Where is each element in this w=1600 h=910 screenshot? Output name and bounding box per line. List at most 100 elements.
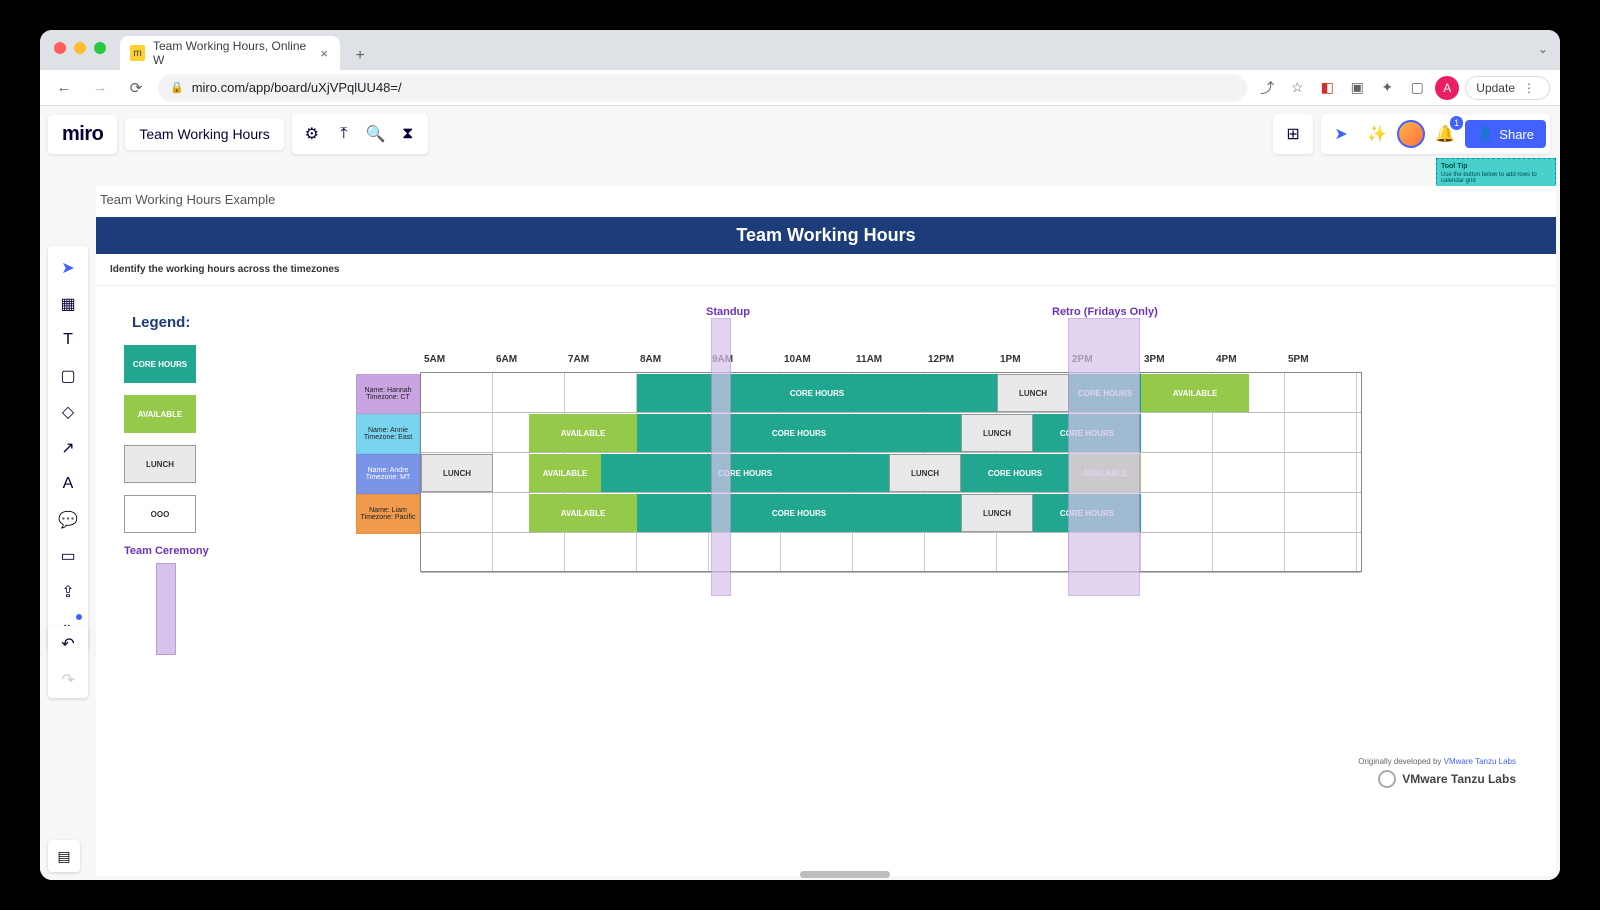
block-core[interactable]: CORE HOURS <box>637 414 961 452</box>
side-panel-icon[interactable]: ▢ <box>1405 76 1429 100</box>
block-available[interactable]: AVAILABLE <box>529 454 601 492</box>
select-tool-icon[interactable]: ➤ <box>48 250 88 286</box>
horizontal-scrollbar[interactable] <box>800 871 890 878</box>
new-tab-button[interactable]: + <box>346 42 374 70</box>
forward-button[interactable]: → <box>86 74 114 102</box>
address-bar[interactable]: 🔒 miro.com/app/board/uXjVPqlUU48=/ <box>158 74 1247 102</box>
bookmark-icon[interactable]: ☆ <box>1285 76 1309 100</box>
undo-icon[interactable]: ↶ <box>48 626 88 662</box>
search-icon[interactable]: 🔍 <box>360 118 392 150</box>
close-tab-icon[interactable]: × <box>318 46 330 61</box>
miro-right-toolbar: ⊞ ➤ ✨ 🔔1 👤 Share <box>1273 114 1550 154</box>
legend-ooo[interactable]: OOO <box>124 495 196 533</box>
extension-area: ⤴ ☆ ◧ ▣ ✦ ▢ A Update ⋮ <box>1255 76 1550 100</box>
schedule-grid: CORE HOURS LUNCH CORE HOURS AVAILABLE AV… <box>420 372 1362 572</box>
extension-icon[interactable]: ◧ <box>1315 76 1339 100</box>
person-label[interactable]: Name: Andre Timezone: MT <box>356 454 420 494</box>
apps-icon[interactable]: ⊞ <box>1277 118 1309 150</box>
legend-ceremony-label: Team Ceremony <box>124 545 244 557</box>
apps-panel[interactable]: ⊞ <box>1273 114 1313 154</box>
shapes-icon[interactable]: ◇ <box>48 394 88 430</box>
person-label[interactable]: Name: Liam Timezone: Pacific <box>356 494 420 534</box>
block-available[interactable]: AVAILABLE <box>1141 374 1249 412</box>
share-button[interactable]: 👤 Share <box>1465 120 1546 148</box>
reload-button[interactable]: ⟳ <box>122 74 150 102</box>
hour-label: 5PM <box>1288 354 1360 365</box>
window-controls <box>54 42 106 54</box>
reactions-icon[interactable]: ✨ <box>1361 118 1393 150</box>
block-core[interactable]: CORE HOURS <box>637 374 997 412</box>
board-header: Team Working Hours <box>96 217 1556 254</box>
hour-label: 11AM <box>856 354 928 365</box>
share-page-icon[interactable]: ⤴ <box>1255 76 1279 100</box>
block-lunch[interactable]: LUNCH <box>997 374 1069 412</box>
block-lunch[interactable]: LUNCH <box>961 414 1033 452</box>
minimap-icon[interactable]: ▤ <box>48 840 80 872</box>
hours-header: 5AM 6AM 7AM 8AM 9AM 10AM 11AM 12PM 1PM 2… <box>424 354 1360 365</box>
notifications-icon[interactable]: 🔔1 <box>1429 118 1461 150</box>
legend-available[interactable]: AVAILABLE <box>124 395 196 433</box>
back-button[interactable]: ← <box>50 74 78 102</box>
block-core[interactable]: CORE HOURS <box>601 454 889 492</box>
extension-icon[interactable]: ▣ <box>1345 76 1369 100</box>
legend-title: Legend: <box>132 314 244 331</box>
hour-label: 4PM <box>1216 354 1288 365</box>
miro-logo[interactable]: miro <box>48 115 117 154</box>
hour-label: 10AM <box>784 354 856 365</box>
board-name[interactable]: Team Working Hours <box>125 118 283 150</box>
standup-label: Standup <box>706 306 750 318</box>
templates-icon[interactable]: ▦ <box>48 286 88 322</box>
notification-badge: 1 <box>1450 116 1463 130</box>
browser-tab[interactable]: m Team Working Hours, Online W × <box>120 36 340 70</box>
footer-credit: Originally developed by VMware Tanzu Lab… <box>1358 757 1516 766</box>
frame-icon[interactable]: ▭ <box>48 538 88 574</box>
block-core[interactable]: CORE HOURS <box>961 454 1069 492</box>
cursor-icon[interactable]: ➤ <box>1325 118 1357 150</box>
collaborator-avatar[interactable] <box>1397 120 1425 148</box>
tab-favicon: m <box>130 45 145 61</box>
collab-panel: ➤ ✨ 🔔1 👤 Share <box>1321 114 1550 154</box>
comment-icon[interactable]: 💬 <box>48 502 88 538</box>
redo-icon[interactable]: ↷ <box>48 662 88 698</box>
block-available[interactable]: AVAILABLE <box>529 494 637 532</box>
chrome-menu-icon[interactable]: ⋮ <box>1519 81 1539 95</box>
block-lunch[interactable]: LUNCH <box>961 494 1033 532</box>
block-core[interactable]: CORE HOURS <box>637 494 961 532</box>
block-lunch[interactable]: LUNCH <box>889 454 961 492</box>
legend-lunch[interactable]: LUNCH <box>124 445 196 483</box>
timer-icon[interactable]: ⧗ <box>392 118 424 150</box>
board-actions: ⚙ ⤒ 🔍 ⧗ <box>292 114 428 154</box>
profile-avatar[interactable]: A <box>1435 76 1459 100</box>
footer-credit-link[interactable]: VMware Tanzu Labs <box>1444 757 1516 766</box>
people-labels: Name: Hannah Timezone: CT Name: Annie Ti… <box>356 374 420 534</box>
update-button[interactable]: Update ⋮ <box>1465 76 1550 100</box>
text-tool-icon[interactable]: T <box>48 322 88 358</box>
hour-label: 7AM <box>568 354 640 365</box>
retro-column[interactable] <box>1068 318 1140 596</box>
block-lunch[interactable]: LUNCH <box>421 454 493 492</box>
upload-icon[interactable]: ⇪ <box>48 574 88 610</box>
close-window-button[interactable] <box>54 42 66 54</box>
block-available[interactable]: AVAILABLE <box>529 414 637 452</box>
board-canvas[interactable]: Team Working Hours Example Team Working … <box>96 186 1556 876</box>
vmware-logo: VMware Tanzu Labs <box>1378 770 1516 788</box>
board-body: Legend: CORE HOURS AVAILABLE LUNCH OOO T… <box>96 286 1556 746</box>
sticky-note-icon[interactable]: ▢ <box>48 358 88 394</box>
standup-column[interactable] <box>711 318 731 596</box>
example-title: Team Working Hours Example <box>96 186 1556 207</box>
extensions-puzzle-icon[interactable]: ✦ <box>1375 76 1399 100</box>
export-icon[interactable]: ⤒ <box>328 118 360 150</box>
connect-line-icon[interactable]: ↗ <box>48 430 88 466</box>
maximize-window-button[interactable] <box>94 42 106 54</box>
tab-list-button[interactable]: ⌄ <box>1538 42 1548 56</box>
left-toolbar: ➤ ▦ T ▢ ◇ ↗ A 💬 ▭ ⇪ » <box>48 246 88 650</box>
settings-icon[interactable]: ⚙ <box>296 118 328 150</box>
legend-ceremony-block[interactable] <box>156 563 176 655</box>
pen-icon[interactable]: A <box>48 466 88 502</box>
person-label[interactable]: Name: Annie Timezone: East <box>356 414 420 454</box>
vmware-ring-icon <box>1378 770 1396 788</box>
tooltip-sticky[interactable]: Tool Tip Use the button below to add row… <box>1436 158 1556 189</box>
legend-core[interactable]: CORE HOURS <box>124 345 196 383</box>
person-label[interactable]: Name: Hannah Timezone: CT <box>356 374 420 414</box>
minimize-window-button[interactable] <box>74 42 86 54</box>
